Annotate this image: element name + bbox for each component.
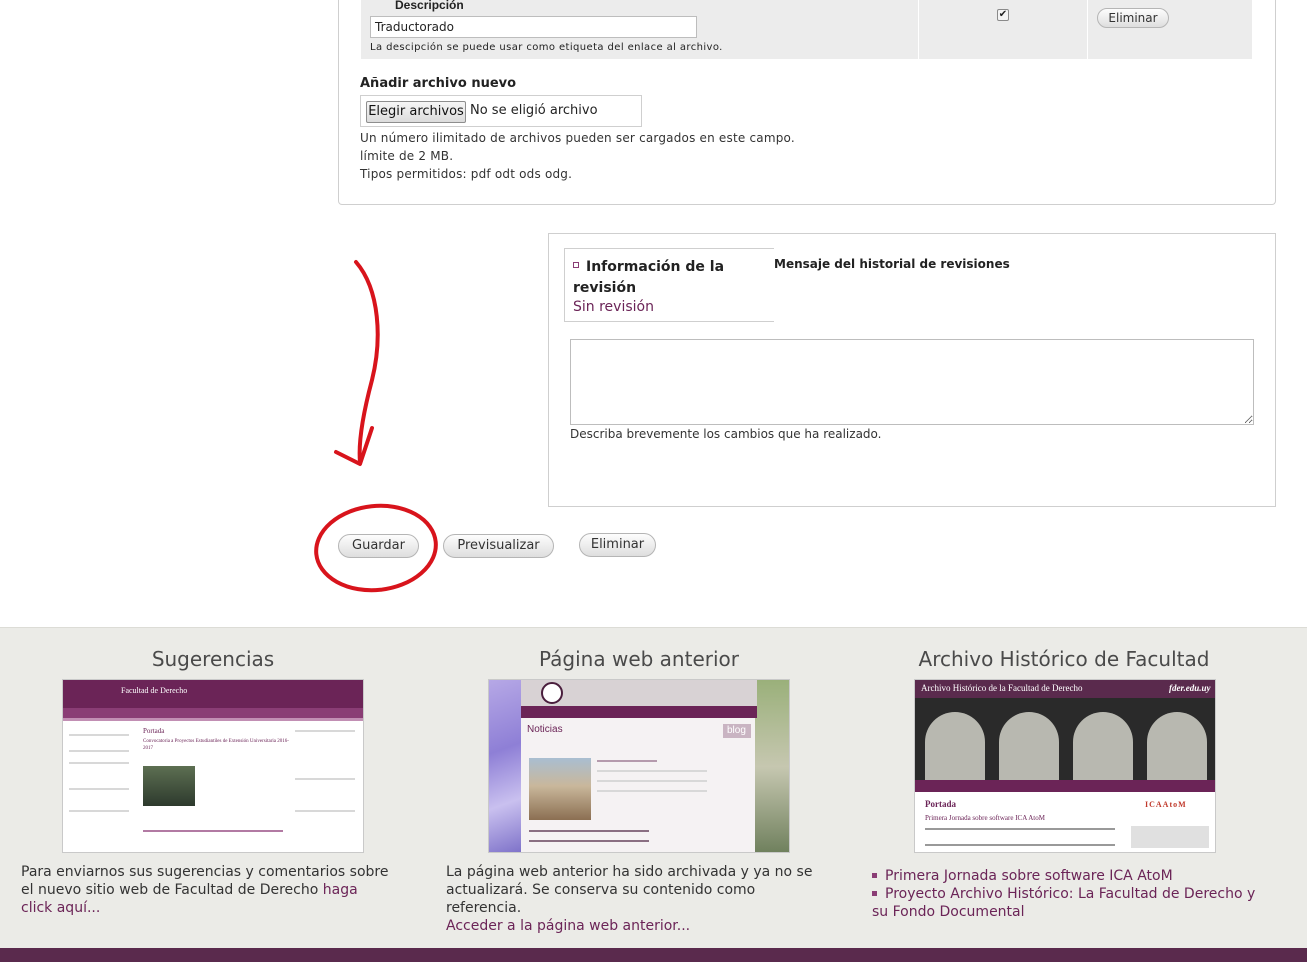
thumb-nav — [521, 706, 757, 718]
thumb-line — [597, 780, 707, 782]
thumb-line — [69, 750, 129, 752]
archive-link[interactable]: Proyecto Archivo Histórico: La Facultad … — [872, 886, 1255, 920]
thumb-atom-logo: ICAAtoM — [1145, 800, 1187, 809]
thumb-line — [529, 840, 649, 842]
file-status: No se eligió archivo — [470, 103, 598, 118]
thumb-banner-title: Archivo Histórico de la Facultad de Dere… — [921, 683, 1083, 693]
thumb-line — [295, 810, 355, 812]
upload-help-line: Tipos permitidos: pdf odt ods odg. — [360, 167, 573, 181]
thumb-seal-icon — [541, 682, 563, 704]
revision-tab-title-text: Información de la revisión — [573, 259, 725, 296]
footer-bottom-bar — [0, 948, 1307, 962]
thumb-news: Convocatoria a Proyectos Estudiantiles d… — [143, 739, 289, 751]
description-help: La descipción se puede usar como etiquet… — [370, 42, 723, 53]
save-button[interactable]: Guardar — [338, 534, 419, 558]
thumb-trees — [755, 680, 789, 852]
revision-message-textarea[interactable] — [570, 339, 1254, 425]
thumb-line — [69, 762, 129, 764]
file-input[interactable]: Elegir archivos No se eligió archivo — [360, 95, 642, 127]
annotation-arrowhead-icon — [334, 426, 374, 466]
preview-button[interactable]: Previsualizar — [443, 534, 554, 558]
previous-site-body: La página web anterior ha sido archivada… — [446, 864, 813, 916]
description-label: Descripción — [395, 0, 464, 12]
thumb-nav-shadow — [63, 718, 363, 721]
upload-help-line: límite de 2 MB. — [360, 149, 454, 163]
thumb-line — [69, 810, 129, 812]
thumb-nav — [915, 780, 1215, 792]
thumb-flowers — [489, 680, 521, 852]
thumb-news: Primera Jornada sobre software ICA AtoM — [925, 814, 1045, 822]
thumb-photo — [529, 758, 591, 820]
thumb-heading: Noticias — [527, 724, 563, 735]
table-divider — [918, 0, 919, 59]
thumb-heading: Portada — [143, 727, 165, 735]
revision-message-help: Describa brevemente los cambios que ha r… — [570, 427, 882, 441]
description-input[interactable]: Traductorado — [370, 16, 697, 38]
thumb-line — [925, 844, 1115, 846]
archive-link-item[interactable]: Primera Jornada sobre software ICA AtoM — [872, 867, 1262, 885]
thumb-line — [295, 778, 355, 780]
previous-site-text: La página web anterior ha sido archivada… — [446, 863, 816, 935]
thumb-line — [597, 770, 707, 772]
thumb-line — [69, 788, 129, 790]
thumb-arch — [1147, 712, 1207, 788]
thumb-line — [529, 830, 649, 832]
bullet-icon — [872, 890, 877, 896]
thumb-line — [925, 828, 1115, 830]
thumb-sidebox — [1131, 826, 1209, 848]
remove-file-button[interactable]: Eliminar — [1097, 8, 1169, 28]
footer-title-previous-site: Página web anterior — [539, 647, 739, 671]
thumb-blog-label: blog — [727, 725, 746, 736]
thumb-arch — [999, 712, 1059, 788]
bullet-icon — [872, 872, 877, 878]
revision-tab-title: Información de la revisión — [573, 257, 753, 299]
thumb-header — [63, 680, 363, 708]
thumb-line — [597, 760, 657, 762]
archive-link[interactable]: Primera Jornada sobre software ICA AtoM — [885, 868, 1173, 884]
archive-thumbnail[interactable]: Archivo Histórico de la Facultad de Dere… — [914, 679, 1216, 853]
archive-link-item[interactable]: Proyecto Archivo Histórico: La Facultad … — [872, 885, 1262, 921]
thumb-line — [597, 790, 707, 792]
table-divider — [1087, 0, 1088, 59]
thumb-arch — [1073, 712, 1133, 788]
previous-site-thumbnail[interactable]: Noticias blog — [488, 679, 790, 853]
thumb-line — [143, 830, 283, 832]
suggestions-thumbnail[interactable]: Facultad de Derecho Portada Convocatoria… — [62, 679, 364, 853]
choose-files-button[interactable]: Elegir archivos — [366, 101, 466, 123]
suggestions-text: Para enviarnos sus sugerencias y comenta… — [21, 863, 391, 917]
previous-site-link[interactable]: Acceder a la página web anterior... — [446, 918, 690, 934]
thumb-arches — [915, 698, 1215, 788]
thumb-site-name: Facultad de Derecho — [121, 686, 188, 695]
thumb-photo — [143, 766, 195, 806]
footer-title-archive: Archivo Histórico de Facultad — [918, 647, 1210, 671]
revision-tab-summary: Sin revisión — [573, 299, 654, 315]
revision-message-label: Mensaje del historial de revisiones — [774, 257, 1010, 271]
thumb-nav — [63, 708, 363, 718]
thumb-line — [69, 734, 129, 736]
thumb-line — [295, 730, 355, 732]
thumb-domain: fder.edu.uy — [1169, 683, 1211, 693]
annotation-arrow-icon — [354, 260, 380, 464]
thumb-heading: Portada — [925, 799, 956, 809]
bullet-icon — [573, 262, 579, 268]
display-checkbox[interactable]: ✔ — [997, 9, 1009, 21]
footer-title-suggestions: Sugerencias — [151, 647, 275, 671]
add-file-label: Añadir archivo nuevo — [360, 76, 517, 91]
upload-help-line: Un número ilimitado de archivos pueden s… — [360, 131, 795, 145]
thumb-arch — [925, 712, 985, 788]
revision-tab[interactable]: Información de la revisión Sin revisión — [564, 248, 774, 322]
delete-button[interactable]: Eliminar — [579, 533, 656, 557]
